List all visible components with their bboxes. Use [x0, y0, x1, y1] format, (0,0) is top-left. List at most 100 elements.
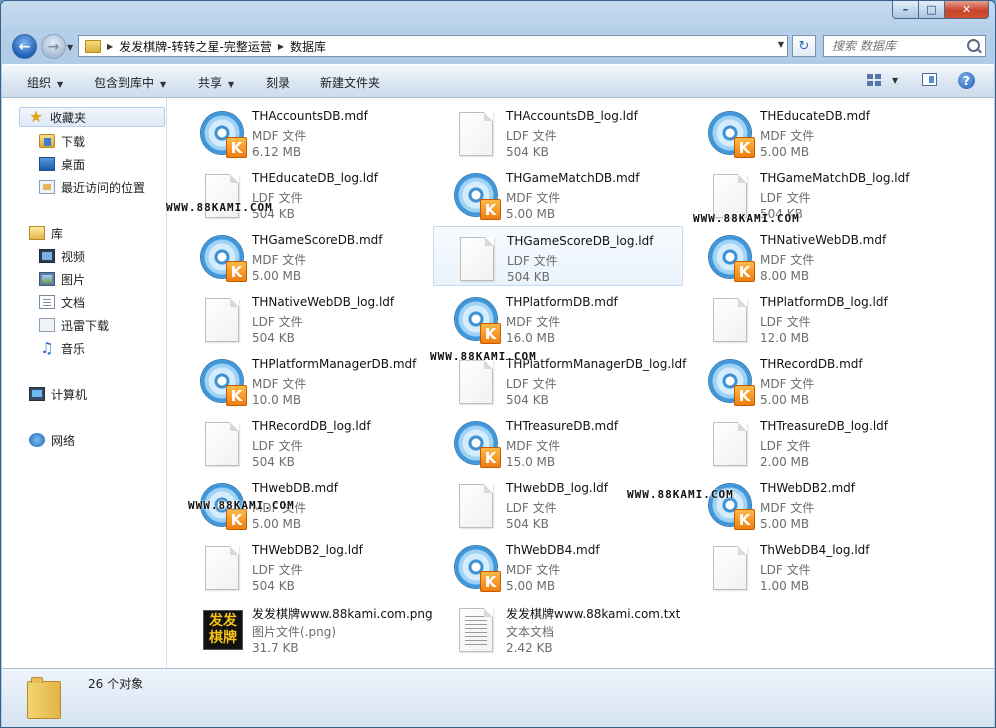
file-type: LDF 文件: [760, 563, 811, 577]
change-view-icon[interactable]: [867, 74, 882, 86]
file-type: 文本文档: [506, 625, 555, 639]
file-item[interactable]: THNativeWebDB_log.ldf LDF 文件 504 KB: [179, 288, 429, 348]
refresh-button[interactable]: ↻: [792, 35, 816, 57]
k-badge-icon: K: [480, 447, 501, 468]
minimize-button[interactable]: –: [892, 1, 919, 19]
file-item[interactable]: ThWebDB4_log.ldf LDF 文件 1.00 MB: [687, 536, 937, 596]
organize-button[interactable]: 组织 ▼: [27, 74, 63, 91]
file-item[interactable]: K THGameMatchDB.mdf MDF 文件 5.00 MB: [433, 164, 683, 224]
star-icon: ★: [28, 107, 44, 126]
file-item[interactable]: K ThWebDB4.mdf MDF 文件 5.00 MB: [433, 536, 683, 596]
address-dropdown-icon[interactable]: ▼: [778, 40, 784, 49]
address-bar[interactable]: ▶ 发发棋牌-转转之星-完整运营 ▶ 数据库 ▼: [78, 35, 788, 57]
nav-desktop[interactable]: 桌面: [39, 154, 85, 174]
burn-button[interactable]: 刻录: [266, 74, 290, 91]
breadcrumb-separator-icon[interactable]: ▶: [107, 42, 113, 51]
file-type: LDF 文件: [252, 563, 303, 577]
file-name: 发发棋牌www.88kami.com.png: [252, 607, 433, 621]
blank-file-icon: [453, 110, 501, 158]
file-list: K THAccountsDB.mdf MDF 文件 6.12 MB THAccounts…: [167, 98, 994, 668]
fafa-logo-icon: 发发 棋牌: [203, 610, 243, 650]
file-name: THRecordDB_log.ldf: [252, 419, 371, 433]
file-item[interactable]: K THAccountsDB.mdf MDF 文件 6.12 MB: [179, 102, 429, 162]
page-icon: [713, 298, 747, 342]
nav-label: 收藏夹: [50, 110, 87, 125]
sql-data-file-icon: K: [453, 296, 501, 344]
music-note-icon: ♫: [40, 339, 54, 357]
file-item[interactable]: K THTreasureDB.mdf MDF 文件 15.0 MB: [433, 412, 683, 472]
search-icon[interactable]: [967, 39, 980, 52]
sql-data-file-icon: K: [453, 172, 501, 220]
file-item[interactable]: THAccountsDB_log.ldf LDF 文件 504 KB: [433, 102, 683, 162]
breadcrumb-separator-icon[interactable]: ▶: [278, 42, 284, 51]
back-button[interactable]: ←: [12, 34, 37, 59]
file-name: ThWebDB4.mdf: [506, 543, 600, 557]
file-name: THWebDB2.mdf: [760, 481, 855, 495]
file-item[interactable]: THRecordDB_log.ldf LDF 文件 504 KB: [179, 412, 429, 472]
file-item[interactable]: K THPlatformManagerDB.mdf MDF 文件 10.0 MB: [179, 350, 429, 410]
file-type: MDF 文件: [760, 129, 815, 143]
nav-libraries[interactable]: 库: [29, 223, 63, 243]
file-item[interactable]: THGameScoreDB_log.ldf LDF 文件 504 KB: [433, 226, 683, 286]
file-size: 504 KB: [252, 331, 295, 345]
file-type: MDF 文件: [252, 253, 307, 267]
close-button[interactable]: ✕: [945, 1, 989, 19]
file-item[interactable]: THTreasureDB_log.ldf LDF 文件 2.00 MB: [687, 412, 937, 472]
sql-data-file-icon: K: [453, 544, 501, 592]
nav-xunlei-downloads[interactable]: 迅雷下载: [39, 315, 109, 335]
file-name: THNativeWebDB_log.ldf: [252, 295, 395, 309]
file-item[interactable]: 发发 棋牌 发发棋牌www.88kami.com.png 图片文件(.png) 31.7…: [179, 598, 433, 658]
file-item[interactable]: K THGameScoreDB.mdf MDF 文件 5.00 MB: [179, 226, 429, 286]
nav-network[interactable]: 网络: [29, 430, 75, 450]
nav-documents[interactable]: 文档: [39, 292, 85, 312]
page-icon: [205, 298, 239, 342]
nav-recent-places[interactable]: 最近访问的位置: [39, 177, 145, 197]
nav-favorites[interactable]: ★ 收藏夹: [19, 107, 165, 127]
file-size: 5.00 MB: [760, 393, 810, 407]
watermark-text: WWW.88KAMI.COM: [430, 350, 537, 363]
file-item[interactable]: 发发棋牌www.88kami.com.txt 文本文档 2.42 KB: [433, 598, 683, 658]
share-button[interactable]: 共享 ▼: [198, 74, 234, 91]
file-size: 5.00 MB: [760, 145, 810, 159]
view-options-dropdown-icon[interactable]: ▼: [892, 76, 898, 85]
file-type: MDF 文件: [760, 501, 815, 515]
help-icon[interactable]: ?: [958, 72, 975, 89]
folder-icon: [85, 39, 101, 53]
file-item[interactable]: THPlatformDB_log.ldf LDF 文件 12.0 MB: [687, 288, 937, 348]
nav-computer[interactable]: 计算机: [29, 384, 87, 404]
file-size: 12.0 MB: [760, 331, 810, 345]
file-item[interactable]: K THNativeWebDB.mdf MDF 文件 8.00 MB: [687, 226, 937, 286]
new-folder-button[interactable]: 新建文件夹: [320, 74, 380, 91]
network-icon: [29, 433, 45, 447]
file-name: THGameScoreDB_log.ldf: [507, 234, 654, 248]
nav-videos[interactable]: 视频: [39, 246, 85, 266]
include-in-library-button[interactable]: 包含到库中 ▼: [94, 74, 166, 91]
file-item[interactable]: K THWebDB2.mdf MDF 文件 5.00 MB: [687, 474, 937, 534]
file-item[interactable]: K THEducateDB.mdf MDF 文件 5.00 MB: [687, 102, 937, 162]
nav-music[interactable]: ♫ 音乐: [39, 338, 85, 358]
page-icon: [459, 360, 493, 404]
breadcrumb-segment[interactable]: 发发棋牌-转转之星-完整运营: [119, 38, 272, 55]
file-name: 发发棋牌www.88kami.com.txt: [506, 607, 681, 621]
page-icon: [459, 112, 493, 156]
forward-button[interactable]: →: [41, 34, 66, 59]
k-badge-icon: K: [734, 261, 755, 282]
file-item[interactable]: K THRecordDB.mdf MDF 文件 5.00 MB: [687, 350, 937, 410]
breadcrumb-segment-current[interactable]: 数据库: [290, 38, 326, 55]
recent-pages-dropdown-icon[interactable]: ▼: [67, 43, 73, 52]
blank-file-icon: [199, 296, 247, 344]
file-item[interactable]: K THPlatformDB.mdf MDF 文件 16.0 MB: [433, 288, 683, 348]
file-type: MDF 文件: [252, 377, 307, 391]
file-item[interactable]: THWebDB2_log.ldf LDF 文件 504 KB: [179, 536, 429, 596]
maximize-button[interactable]: □: [919, 1, 945, 19]
nav-downloads[interactable]: 下载: [39, 131, 85, 151]
file-name: THwebDB_log.ldf: [506, 481, 608, 495]
nav-pictures[interactable]: 图片: [39, 269, 85, 289]
file-item[interactable]: THwebDB_log.ldf LDF 文件 504 KB: [433, 474, 683, 534]
sql-data-file-icon: K: [199, 110, 247, 158]
desktop-icon: [39, 157, 55, 171]
file-type: MDF 文件: [760, 377, 815, 391]
search-input[interactable]: [823, 35, 986, 57]
preview-pane-icon[interactable]: [922, 73, 937, 86]
file-item[interactable]: THEducateDB_log.ldf LDF 文件 504 KB: [179, 164, 429, 224]
